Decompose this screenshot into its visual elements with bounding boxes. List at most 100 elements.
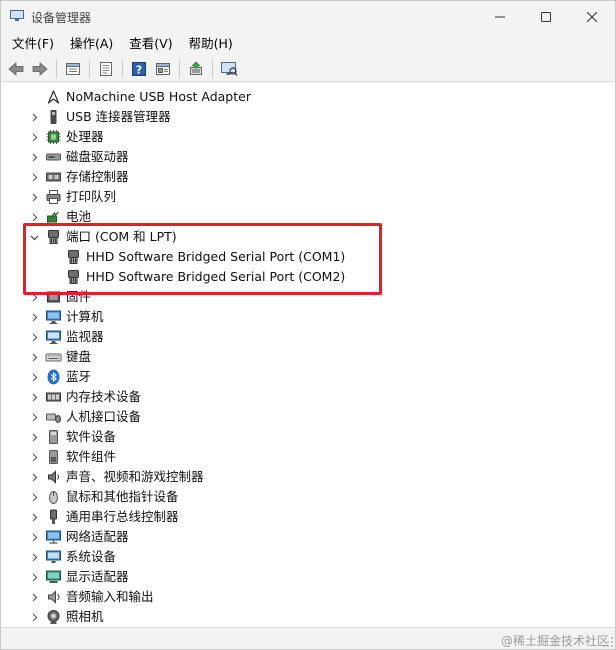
tree-item[interactable]: 音频输入和输出	[1, 587, 615, 607]
tree-item[interactable]: 监视器	[1, 327, 615, 347]
tree-item-label: 处理器	[66, 129, 104, 144]
tree-item-label: USB 连接器管理器	[66, 109, 171, 124]
toolbar: ?	[1, 56, 615, 82]
menu-file[interactable]: 文件(F)	[7, 33, 59, 55]
network-adapter-icon	[46, 530, 61, 544]
status-bar: @稀土掘金技术社区	[1, 627, 615, 649]
close-button[interactable]	[569, 1, 615, 32]
camera-icon	[47, 610, 60, 624]
title-bar[interactable]: 设备管理器	[1, 1, 615, 32]
tree-item[interactable]: 声音、视频和游戏控制器	[1, 467, 615, 487]
chevron-right-icon[interactable]	[28, 447, 40, 467]
chevron-right-icon[interactable]	[28, 467, 40, 487]
port-icon	[68, 270, 79, 284]
chevron-right-icon[interactable]	[28, 127, 40, 147]
chevron-right-icon[interactable]	[28, 147, 40, 167]
tree-item[interactable]: 内存技术设备	[1, 387, 615, 407]
minimize-icon	[495, 16, 505, 17]
chevron-right-icon[interactable]	[28, 367, 40, 387]
chevron-right-icon[interactable]	[28, 527, 40, 547]
forward-button[interactable]	[28, 58, 51, 80]
menu-action[interactable]: 操作(A)	[65, 33, 118, 55]
chevron-right-icon[interactable]	[28, 567, 40, 587]
tree-item[interactable]: 存储控制器	[1, 167, 615, 187]
back-arrow-icon	[7, 61, 23, 76]
update-driver-button[interactable]	[184, 58, 207, 80]
menu-help[interactable]: 帮助(H)	[184, 33, 238, 55]
usb-controller-icon	[50, 509, 57, 524]
tree-item[interactable]: 电池	[1, 207, 615, 227]
tree-item-label: 蓝牙	[66, 369, 92, 384]
chevron-right-icon[interactable]	[28, 387, 40, 407]
tree-item[interactable]: 系统设备	[1, 547, 615, 567]
device-manager-window: 设备管理器 文件(F) 操作(A) 查看(V) 帮助(H) ? NoMachin…	[0, 0, 616, 650]
tree-item[interactable]: 显示适配器	[1, 567, 615, 587]
tree-item-label: 照相机	[66, 609, 104, 624]
tree-item[interactable]: 软件设备	[1, 427, 615, 447]
tree-item[interactable]: 计算机	[1, 307, 615, 327]
tree-item[interactable]: 端口 (COM 和 LPT)	[1, 227, 615, 247]
chevron-right-icon[interactable]	[28, 347, 40, 367]
chevron-right-icon[interactable]	[28, 287, 40, 307]
tree-item[interactable]: 照相机	[1, 607, 615, 627]
tree-child-item[interactable]: HHD Software Bridged Serial Port (COM1)	[1, 247, 615, 267]
chevron-right-icon[interactable]	[28, 607, 40, 627]
toolbar-separator	[56, 59, 57, 78]
tree-item[interactable]: NoMachine USB Host Adapter	[1, 87, 615, 107]
menu-view[interactable]: 查看(V)	[124, 33, 177, 55]
toolbar-separator	[89, 59, 90, 78]
list-icon	[155, 62, 170, 75]
chevron-right-icon[interactable]	[28, 107, 40, 127]
tree-item-label: NoMachine USB Host Adapter	[66, 89, 251, 104]
chevron-right-icon[interactable]	[28, 507, 40, 527]
tree-item-label: 监视器	[66, 329, 104, 344]
tree-item[interactable]: 人机接口设备	[1, 407, 615, 427]
resize-grip-icon[interactable]	[601, 635, 615, 649]
tree-item-label: 声音、视频和游戏控制器	[66, 469, 204, 484]
chevron-right-icon[interactable]	[28, 427, 40, 447]
view-button[interactable]	[94, 58, 117, 80]
maximize-button[interactable]	[523, 1, 569, 32]
properties-button[interactable]	[61, 58, 84, 80]
maximize-icon	[541, 11, 551, 22]
tree-item[interactable]: 固件	[1, 287, 615, 307]
toolbar-separator	[122, 59, 123, 78]
tree-item-label: 存储控制器	[66, 169, 129, 184]
tree-item[interactable]: 鼠标和其他指针设备	[1, 487, 615, 507]
tree-item-label: 网络适配器	[66, 529, 129, 544]
tree-item[interactable]: USB 连接器管理器	[1, 107, 615, 127]
firmware-icon	[47, 291, 60, 303]
tree-item[interactable]: 打印队列	[1, 187, 615, 207]
tree-item-label: 打印队列	[66, 189, 117, 204]
tree-item[interactable]: 网络适配器	[1, 527, 615, 547]
chevron-right-icon[interactable]	[28, 547, 40, 567]
chevron-right-icon[interactable]	[28, 487, 40, 507]
tree-item[interactable]: 软件组件	[1, 447, 615, 467]
tree-item-label: 电池	[66, 209, 92, 224]
tree-item[interactable]: 通用串行总线控制器	[1, 507, 615, 527]
chevron-right-icon[interactable]	[28, 167, 40, 187]
tree-item-label: 计算机	[66, 309, 104, 324]
chevron-right-icon[interactable]	[28, 207, 40, 227]
tree-item-label: 人机接口设备	[66, 409, 142, 424]
chevron-right-icon[interactable]	[28, 587, 40, 607]
tree-item[interactable]: 处理器	[1, 127, 615, 147]
minimize-button[interactable]	[477, 1, 523, 32]
svg-text:?: ?	[135, 63, 141, 76]
chevron-right-icon[interactable]	[28, 187, 40, 207]
tree-item[interactable]: 键盘	[1, 347, 615, 367]
chevron-down-icon[interactable]	[28, 227, 40, 247]
tree-item[interactable]: 磁盘驱动器	[1, 147, 615, 167]
chevron-right-icon[interactable]	[28, 407, 40, 427]
help-button[interactable]: ?	[127, 58, 150, 80]
chevron-right-icon[interactable]	[28, 327, 40, 347]
tree-child-item[interactable]: HHD Software Bridged Serial Port (COM2)	[1, 267, 615, 287]
forward-arrow-icon	[32, 61, 48, 76]
tree-item[interactable]: 蓝牙	[1, 367, 615, 387]
back-button[interactable]	[4, 58, 27, 80]
tree-item-label: 软件组件	[66, 449, 117, 464]
tree-item-label: 鼠标和其他指针设备	[66, 489, 179, 504]
chevron-right-icon[interactable]	[28, 307, 40, 327]
scan-hardware-button[interactable]	[217, 58, 240, 80]
list-button[interactable]	[151, 58, 174, 80]
